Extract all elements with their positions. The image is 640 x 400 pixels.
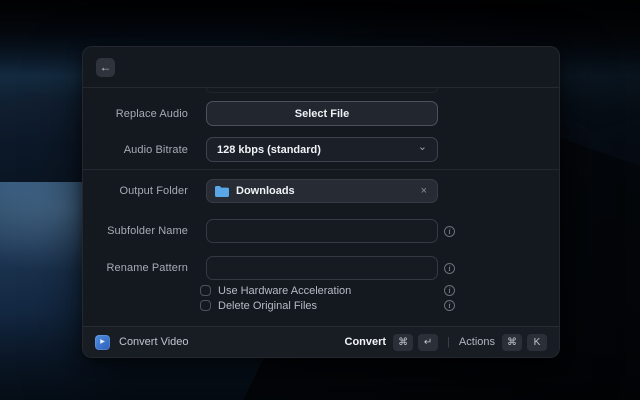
subfolder-name-input[interactable] (206, 219, 438, 243)
info-icon[interactable]: i (444, 300, 455, 311)
return-key[interactable]: ↵ (418, 334, 438, 351)
output-folder-row: Output Folder Downloads × (83, 179, 559, 203)
replace-audio-row: Replace Audio Select File (83, 101, 559, 126)
info-icon[interactable]: i (444, 285, 455, 296)
output-folder-field[interactable]: Downloads × (206, 179, 438, 203)
use-hardware-acceleration-checkbox[interactable] (200, 285, 211, 296)
delete-original-files-checkbox[interactable] (200, 300, 211, 311)
form-content: Replace Audio Select File Audio Bitrate … (83, 88, 559, 326)
app-name-label: Convert Video (119, 336, 189, 348)
audio-bitrate-value: 128 kbps (standard) (217, 144, 418, 156)
app-icon: ▶ (95, 335, 110, 350)
rename-pattern-input[interactable] (206, 256, 438, 280)
folder-icon (215, 186, 229, 197)
subfolder-name-row: Subfolder Name i (83, 219, 559, 243)
select-file-button[interactable]: Select File (206, 101, 438, 126)
info-icon[interactable]: i (444, 226, 455, 237)
rename-pattern-row: Rename Pattern i (83, 256, 559, 280)
replace-audio-label: Replace Audio (83, 108, 188, 120)
app-window: ← Replace Audio Select File Audio Bitrat… (82, 46, 560, 358)
footer-separator: | (447, 336, 450, 348)
close-icon: × (421, 185, 427, 197)
clear-output-folder-button[interactable]: × (419, 186, 429, 197)
audio-bitrate-label: Audio Bitrate (83, 144, 188, 156)
window-header: ← (83, 47, 559, 88)
hardware-acceleration-row: Use Hardware Acceleration i (83, 284, 559, 297)
rename-pattern-label: Rename Pattern (83, 262, 188, 274)
scrolled-field-edge (206, 88, 438, 93)
back-button[interactable]: ← (96, 58, 115, 77)
info-icon[interactable]: i (444, 263, 455, 274)
output-folder-value: Downloads (236, 185, 419, 197)
use-hardware-acceleration-label: Use Hardware Acceleration (218, 285, 351, 297)
play-icon: ▶ (100, 339, 105, 345)
section-divider (83, 169, 559, 170)
command-key[interactable]: ⌘ (393, 334, 413, 351)
back-arrow-icon: ← (100, 61, 112, 73)
footer-bar: ▶ Convert Video Convert ⌘ ↵ | Actions ⌘ … (83, 326, 559, 357)
k-key[interactable]: K (527, 334, 547, 351)
audio-bitrate-select[interactable]: 128 kbps (standard) ⌄ (206, 137, 438, 162)
delete-original-files-row: Delete Original Files i (83, 299, 559, 312)
audio-bitrate-row: Audio Bitrate 128 kbps (standard) ⌄ (83, 137, 559, 162)
footer-actions: Convert ⌘ ↵ | Actions ⌘ K (345, 334, 548, 351)
chevron-down-icon: ⌄ (418, 145, 427, 151)
command-key[interactable]: ⌘ (502, 334, 522, 351)
convert-action-label[interactable]: Convert (345, 336, 387, 348)
actions-menu-label[interactable]: Actions (459, 336, 495, 348)
footer-app-identity: ▶ Convert Video (95, 335, 189, 350)
subfolder-name-label: Subfolder Name (83, 225, 188, 237)
delete-original-files-label: Delete Original Files (218, 300, 317, 312)
output-folder-label: Output Folder (83, 185, 188, 197)
